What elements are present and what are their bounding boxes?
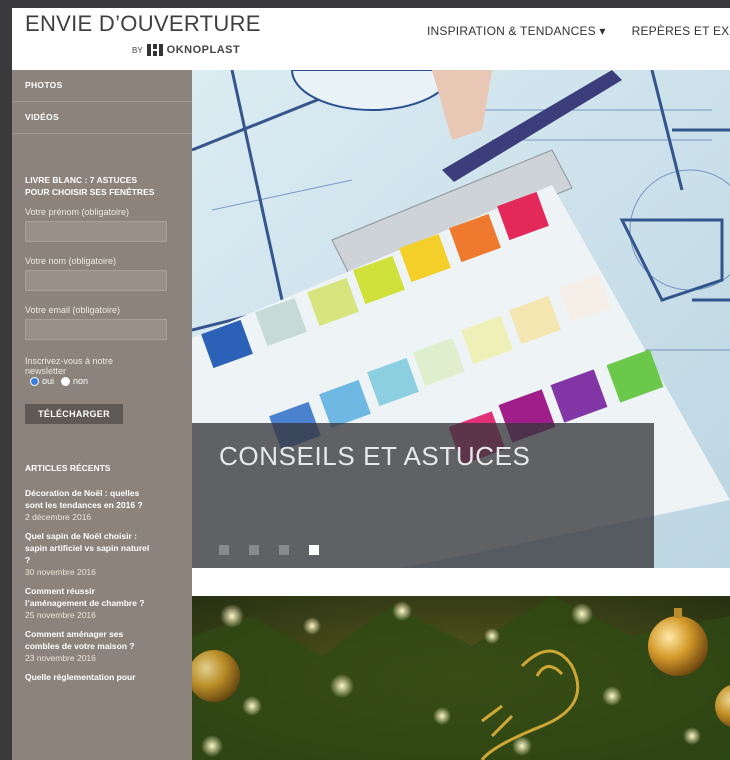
article-title-line[interactable]: combles de votre maison ? <box>25 640 179 652</box>
logo-by-text: BY <box>132 45 143 55</box>
recent-article[interactable]: Comment réussir l’aménagement de chambre… <box>12 585 192 621</box>
recent-article[interactable]: Quel sapin de Noël choisir : sapin artif… <box>12 530 192 578</box>
article-title-line[interactable]: l’aménagement de chambre ? <box>25 597 179 609</box>
sidebar: PHOTOS VIDÉOS LIVRE BLANC : 7 ASTUCES PO… <box>12 70 192 760</box>
email-input[interactable] <box>25 319 167 340</box>
slider-dot-2[interactable] <box>249 545 259 555</box>
recent-article[interactable]: Comment aménager ses combles de votre ma… <box>12 628 192 664</box>
slider-dots <box>219 545 319 555</box>
sidebar-link-videos[interactable]: VIDÉOS <box>12 102 192 134</box>
newsletter-yes-label: oui <box>42 376 55 386</box>
recent-articles-title: ARTICLES RÉCENTS <box>25 463 111 473</box>
sidebar-link-photos[interactable]: PHOTOS <box>12 70 192 102</box>
article-title-line[interactable]: sapin artificiel vs sapin naturel <box>25 542 179 554</box>
hero-caption[interactable]: CONSEILS ET ASTUCES <box>192 423 654 568</box>
firstname-input[interactable] <box>25 221 167 242</box>
article-date: 23 novembre 2016 <box>25 653 96 663</box>
slider-dot-1[interactable] <box>219 545 229 555</box>
article-date: 30 novembre 2016 <box>25 567 96 577</box>
article-title-line[interactable]: Quel sapin de Noël choisir : <box>25 530 179 542</box>
article-title-line[interactable]: Comment aménager ses <box>25 628 179 640</box>
nav-reperes[interactable]: REPÈRES ET EX <box>632 24 730 38</box>
slider-dot-3[interactable] <box>279 545 289 555</box>
email-label: Votre email (obligatoire) <box>25 305 121 315</box>
logo-brand-text: OKNOPLAST <box>166 44 241 56</box>
hero-slider[interactable]: CONSEILS ET ASTUCES <box>192 70 730 568</box>
nav-inspiration-tendances[interactable]: INSPIRATION & TENDANCES ▾ <box>427 24 606 38</box>
newsletter-label-line2: newsletter <box>25 366 67 376</box>
newsletter-radio-group: oui non <box>12 376 192 386</box>
firstname-label: Votre prénom (obligatoire) <box>25 207 130 217</box>
recent-article[interactable]: Décoration de Noël : quelles sont les te… <box>12 487 192 523</box>
christmas-image <box>192 596 730 760</box>
newsletter-no-radio[interactable] <box>61 376 71 386</box>
recent-article[interactable]: Quelle réglementation pour <box>12 671 192 683</box>
site-logo-byline[interactable]: BY OKNOPLAST <box>132 44 240 56</box>
article-title-line[interactable]: Comment réussir <box>25 585 179 597</box>
newsletter-no-label: non <box>73 376 89 386</box>
whitepaper-title-line2: POUR CHOISIR SES FENÊTRES <box>25 187 155 197</box>
lastname-label: Votre nom (obligatoire) <box>25 256 117 266</box>
browser-viewport: ENVIE D’OUVERTURE BY OKNOPLAST INSPIRATI… <box>12 8 730 760</box>
newsletter-label-line1: Inscrivez-vous à notre <box>25 356 114 366</box>
hero-caption-title[interactable]: CONSEILS ET ASTUCES <box>219 441 530 472</box>
lastname-input[interactable] <box>25 270 167 291</box>
article-title-line[interactable]: sont les tendances en 2016 ? <box>25 499 179 511</box>
article-title-line[interactable]: ? <box>25 554 179 566</box>
content-spacer <box>192 568 730 596</box>
site-logo-title[interactable]: ENVIE D’OUVERTURE <box>25 11 261 37</box>
article-date: 25 novembre 2016 <box>25 610 96 620</box>
main-nav: INSPIRATION & TENDANCES ▾ REPÈRES ET EX <box>427 24 729 38</box>
site-header: ENVIE D’OUVERTURE BY OKNOPLAST INSPIRATI… <box>12 8 730 70</box>
slider-dot-4-active[interactable] <box>309 545 319 555</box>
article-thumbnail-christmas[interactable] <box>192 596 730 760</box>
oknoplast-logo-icon <box>146 44 163 56</box>
article-title-line[interactable]: Décoration de Noël : quelles <box>25 487 179 499</box>
newsletter-yes-radio[interactable] <box>30 376 39 386</box>
whitepaper-title-line1: LIVRE BLANC : 7 ASTUCES <box>25 175 138 185</box>
article-date: 2 décembre 2016 <box>25 512 92 522</box>
article-title-line[interactable]: Quelle réglementation pour <box>25 671 179 683</box>
download-button[interactable]: TÉLÉCHARGER <box>25 404 123 424</box>
